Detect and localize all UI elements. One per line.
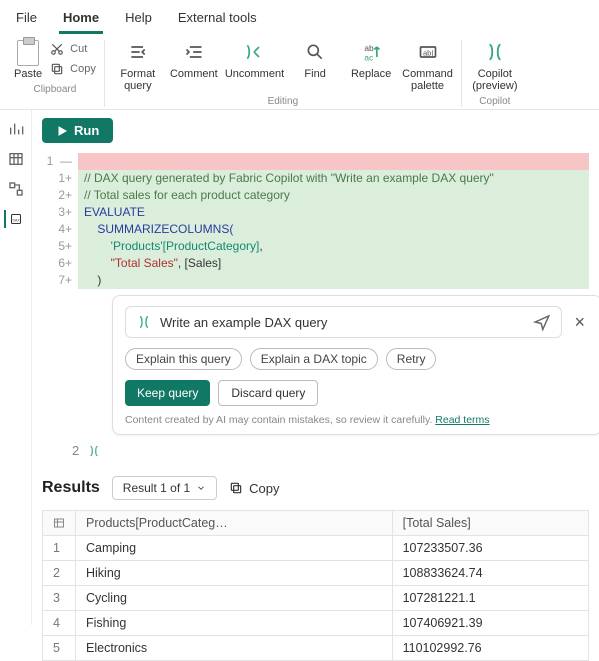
code-line-6: "Total Sales", [Sales] [78,255,589,272]
run-label: Run [74,123,99,138]
table-row[interactable]: 4Fishing107406921.39 [43,611,589,636]
play-icon [56,125,68,137]
replace-icon: abac [359,40,383,64]
menu-home[interactable]: Home [59,6,103,34]
editor-line-2-marker: 2 [72,443,589,458]
copy-icon [48,60,66,78]
read-terms-link[interactable]: Read terms [435,414,489,426]
menu-external-tools[interactable]: External tools [174,6,261,34]
copy-icon [229,481,243,495]
svg-text:ac: ac [364,52,373,62]
col-header-category[interactable]: Products[ProductCateg… [76,511,393,536]
uncomment-label: Uncomment [225,68,284,80]
report-view-icon[interactable] [7,120,25,138]
code-line-2: // Total sales for each product category [78,187,589,204]
cut-icon [48,40,66,58]
copilot-button[interactable]: Copilot (preview) [470,40,520,92]
view-switcher: DAX [0,110,32,625]
comment-icon [182,40,206,64]
code-line-4: SUMMARIZECOLUMNS( [78,221,589,238]
group-label-editing: Editing [268,96,299,107]
keep-query-button[interactable]: Keep query [125,380,210,406]
code-editor[interactable]: 1 — 1+ 2+ 3+ 4+ 5+ 6+ 7+ // DAX query ge… [42,153,589,289]
table-row[interactable]: 1Camping107233507.36 [43,536,589,561]
run-button[interactable]: Run [42,118,113,143]
code-line-1: // DAX query generated by Fabric Copilot… [78,170,589,187]
editor-gutter: 1 — 1+ 2+ 3+ 4+ 5+ 6+ 7+ [42,153,78,289]
results-table: Products[ProductCateg… [Total Sales] 1Ca… [42,510,589,661]
table-row[interactable]: 3Cycling107281221.1 [43,586,589,611]
replace-button[interactable]: abac Replace [346,40,396,80]
results-header: Results Result 1 of 1 Copy [42,476,589,500]
command-palette-button[interactable]: ab| Command palette [402,40,453,92]
group-label-copilot: Copilot [479,96,510,107]
command-palette-label: Command palette [402,68,453,92]
discard-query-button[interactable]: Discard query [218,380,318,406]
table-row[interactable]: 5Electronics110102992.76 [43,636,589,661]
main-content: Run 1 — 1+ 2+ 3+ 4+ 5+ 6+ 7+ // DAX quer… [32,110,599,625]
copilot-icon[interactable] [87,444,101,458]
paste-icon [17,40,39,66]
copilot-icon [483,40,507,64]
copilot-label: Copilot (preview) [472,68,517,92]
copilot-disclaimer: Content created by AI may contain mistak… [125,414,589,426]
code-line-3: EVALUATE [78,204,589,221]
chip-explain-topic[interactable]: Explain a DAX topic [250,348,378,370]
comment-button[interactable]: Comment [169,40,219,80]
ribbon: Paste Cut Copy [0,34,599,110]
chip-retry[interactable]: Retry [386,348,437,370]
group-label-clipboard: Clipboard [34,84,77,95]
uncomment-button[interactable]: Uncomment [225,40,284,80]
dax-view-icon[interactable]: DAX [4,210,22,228]
table-row[interactable]: 2Hiking108833624.74 [43,561,589,586]
find-label: Find [304,68,325,80]
table-corner [43,511,76,536]
code-line-0 [78,153,589,170]
ribbon-group-editing: Format query Comment Uncomment [105,40,462,107]
format-label: Format query [120,68,155,92]
uncomment-icon [242,40,266,64]
menu-file[interactable]: File [12,6,41,34]
result-selector[interactable]: Result 1 of 1 [112,476,217,500]
copilot-icon [136,314,152,330]
copilot-panel: × Explain this query Explain a DAX topic… [112,295,599,435]
svg-text:ab|: ab| [423,48,433,57]
find-icon [303,40,327,64]
replace-label: Replace [351,68,391,80]
copilot-prompt-input[interactable] [160,315,525,330]
copilot-input-wrap[interactable] [125,306,562,338]
format-query-button[interactable]: Format query [113,40,163,92]
chevron-down-icon [196,483,206,493]
copy-results-button[interactable]: Copy [229,481,279,496]
paste-button[interactable]: Paste [14,40,42,80]
ribbon-group-copilot: Copilot (preview) Copilot [462,40,528,107]
model-view-icon[interactable] [7,180,25,198]
data-view-icon[interactable] [7,150,25,168]
format-icon [126,40,150,64]
cut-button[interactable]: Cut [48,40,96,58]
svg-text:DAX: DAX [12,219,20,223]
code-line-7: ) [78,272,589,289]
editor-code[interactable]: // DAX query generated by Fabric Copilot… [78,153,589,289]
table-icon [53,517,65,529]
paste-label: Paste [14,68,42,80]
copy-results-label: Copy [249,481,279,496]
copy-label: Copy [70,63,96,75]
copy-button[interactable]: Copy [48,60,96,78]
copilot-close-button[interactable]: × [570,312,589,333]
menu-bar: File Home Help External tools [0,0,599,34]
find-button[interactable]: Find [290,40,340,80]
code-line-5: 'Products'[ProductCategory], [78,238,589,255]
ribbon-group-clipboard: Paste Cut Copy [6,40,105,107]
results-title: Results [42,479,100,497]
menu-help[interactable]: Help [121,6,156,34]
result-selector-label: Result 1 of 1 [123,481,190,495]
cut-label: Cut [70,43,87,55]
chip-explain-query[interactable]: Explain this query [125,348,242,370]
col-header-total-sales[interactable]: [Total Sales] [392,511,588,536]
command-palette-icon: ab| [416,40,440,64]
send-icon[interactable] [533,313,551,331]
comment-label: Comment [170,68,218,80]
